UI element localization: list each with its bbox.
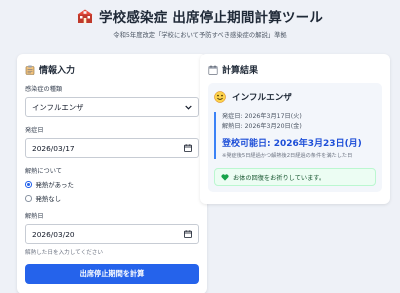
defervescence-label: 解熱日 bbox=[25, 213, 44, 220]
title-row: 学校感染症 出席停止期間計算ツール bbox=[0, 6, 400, 26]
disease-select[interactable]: インフルエンザ bbox=[25, 97, 199, 117]
result-disease-row: インフルエンザ bbox=[214, 91, 376, 103]
result-detail: 発症日: 2026年3月17日(火) 解熱日: 2026年3月20日(金) 登校… bbox=[214, 112, 376, 159]
calendar-icon bbox=[208, 65, 218, 75]
disease-label: 感染症の種類 bbox=[25, 86, 63, 93]
onset-date-value: 2026/03/17 bbox=[32, 143, 75, 153]
smiley-icon bbox=[214, 91, 226, 103]
calculate-button[interactable]: 出席停止期間を計算 bbox=[25, 264, 199, 284]
defervescence-hint: 解熱した日を入力してください bbox=[25, 250, 103, 256]
calendar-picker-icon[interactable] bbox=[184, 144, 192, 152]
recovery-message: お体の回復をお祈りしています。 bbox=[214, 168, 376, 186]
input-card: 情報入力 感染症の種類 インフルエンザ 発症日 2026/03/17 解熱につい… bbox=[17, 54, 207, 293]
fever-option-no[interactable]: 発熱なし bbox=[25, 194, 199, 203]
fever-option-yes[interactable]: 発熱があった bbox=[25, 180, 199, 189]
page-title: 学校感染症 出席停止期間計算ツール bbox=[98, 10, 324, 26]
school-icon bbox=[77, 9, 93, 23]
onset-date-input[interactable]: 2026/03/17 bbox=[25, 138, 199, 158]
result-box: インフルエンザ 発症日: 2026年3月17日(火) 解熱日: 2026年3月2… bbox=[208, 83, 382, 192]
page-subtitle: 令和5年度改定「学校において予防すべき感染症の解説」準拠 bbox=[113, 32, 287, 39]
clipboard-icon bbox=[25, 65, 35, 75]
calendar-picker-icon[interactable] bbox=[184, 230, 192, 238]
defervescence-date-value: 2026/03/20 bbox=[32, 229, 75, 239]
input-section-title: 情報入力 bbox=[25, 63, 199, 76]
result-onset-date: 発症日: 2026年3月17日(火) bbox=[222, 113, 302, 120]
fever-option-yes-label: 発熱があった bbox=[35, 181, 74, 189]
radio-button-checked[interactable] bbox=[25, 181, 32, 188]
fever-label: 解熱について bbox=[25, 168, 62, 175]
onset-label: 発症日 bbox=[25, 127, 44, 134]
result-section-label: 計算結果 bbox=[222, 66, 259, 76]
fever-option-no-label: 発熱なし bbox=[35, 195, 62, 203]
result-card: 計算結果 インフルエンザ 発症日: 2026年3月17日(火) 解熱日: 202… bbox=[200, 54, 390, 204]
defervescence-date-input[interactable]: 2026/03/20 bbox=[25, 224, 199, 244]
result-section-title: 計算結果 bbox=[208, 63, 382, 76]
return-condition-note: ※発症後5日経過かつ解熱後2日経過の条件を満たした日 bbox=[222, 153, 353, 159]
chevron-down-icon bbox=[185, 105, 192, 110]
disease-select-value: インフルエンザ bbox=[32, 102, 84, 112]
input-section-label: 情報入力 bbox=[39, 66, 76, 76]
green-heart-icon bbox=[221, 173, 229, 181]
result-disease-name: インフルエンザ bbox=[232, 93, 292, 103]
return-date: 登校可能日: 2026年3月23日(月) bbox=[222, 139, 362, 149]
result-defervescence-date: 解熱日: 2026年3月20日(金) bbox=[222, 123, 302, 130]
recovery-message-text: お体の回復をお祈りしています。 bbox=[233, 174, 326, 182]
radio-button-unchecked[interactable] bbox=[25, 195, 32, 202]
page-header: 学校感染症 出席停止期間計算ツール 令和5年度改定「学校において予防すべき感染症… bbox=[0, 6, 400, 39]
